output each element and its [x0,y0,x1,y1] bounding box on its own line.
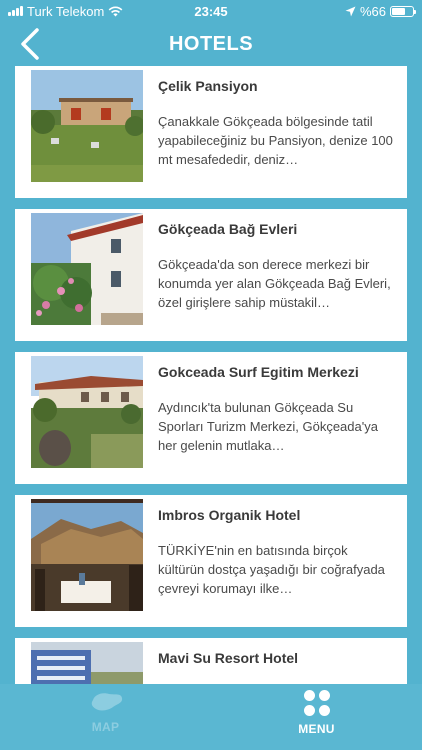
hotel-thumbnail [31,356,143,468]
hotel-description: Çanakkale Gökçeada bölgesinde tatil yapa… [158,114,393,167]
hotel-description: Aydıncık'ta bulunan Gökçeada Su Sporları… [158,400,378,453]
tab-menu-label: MENU [298,722,335,736]
tab-menu[interactable]: MENU [211,684,422,750]
hotel-card[interactable]: Gökçeada Bağ Evleri Gökçeada'da son dere… [15,209,407,341]
hotel-thumbnail [31,213,143,325]
hotel-card[interactable]: Çelik Pansiyon Çanakkale Gökçeada bölges… [15,66,407,198]
carrier-name: Turk Telekom [27,3,105,19]
hotel-card[interactable]: Imbros Organik Hotel TÜRKİYE'nin en batı… [15,495,407,627]
tab-map[interactable]: MAP [0,684,211,750]
tab-map-label: MAP [91,720,120,734]
hotel-thumbnail [31,499,143,611]
hotel-name: Gökçeada Bağ Evleri [158,221,298,237]
hotel-card[interactable]: Gokceada Surf Egitim Merkezi Aydıncık'ta… [15,352,407,484]
tab-bar: MAP MENU [0,684,422,750]
hotel-name: Imbros Organik Hotel [158,507,301,523]
location-arrow-icon [345,6,356,16]
hotel-thumbnail [31,642,143,684]
hotel-name: Mavi Su Resort Hotel [158,650,299,666]
grid-dots-icon [303,690,330,716]
hotel-description: TÜRKİYE'nin en batısında birçok kültürün… [158,543,385,596]
hotel-list[interactable]: Çelik Pansiyon Çanakkale Gökçeada bölges… [0,66,422,684]
map-icon [91,693,122,711]
chevron-left-icon [21,28,39,60]
hotel-name: Çelik Pansiyon [158,78,258,94]
nav-bar: HOTELS [0,22,422,66]
hotel-thumbnail [31,70,143,182]
page-title: HOTELS [168,32,254,55]
status-bar: Turk Telekom 23:45 %66 [0,0,422,22]
hotel-name: Gokceada Surf Egitim Merkezi [158,364,359,380]
hotel-card[interactable]: Mavi Su Resort Hotel [15,638,407,684]
hotel-description: Gökçeada'da son derece merkezi bir konum… [158,257,391,310]
battery-percent: %66 [359,3,386,19]
wifi-icon [108,6,123,16]
back-button[interactable] [12,26,48,62]
status-left: Turk Telekom [8,4,123,19]
signal-icon [8,6,23,16]
battery-icon [390,5,416,17]
status-right: %66 [345,3,416,19]
